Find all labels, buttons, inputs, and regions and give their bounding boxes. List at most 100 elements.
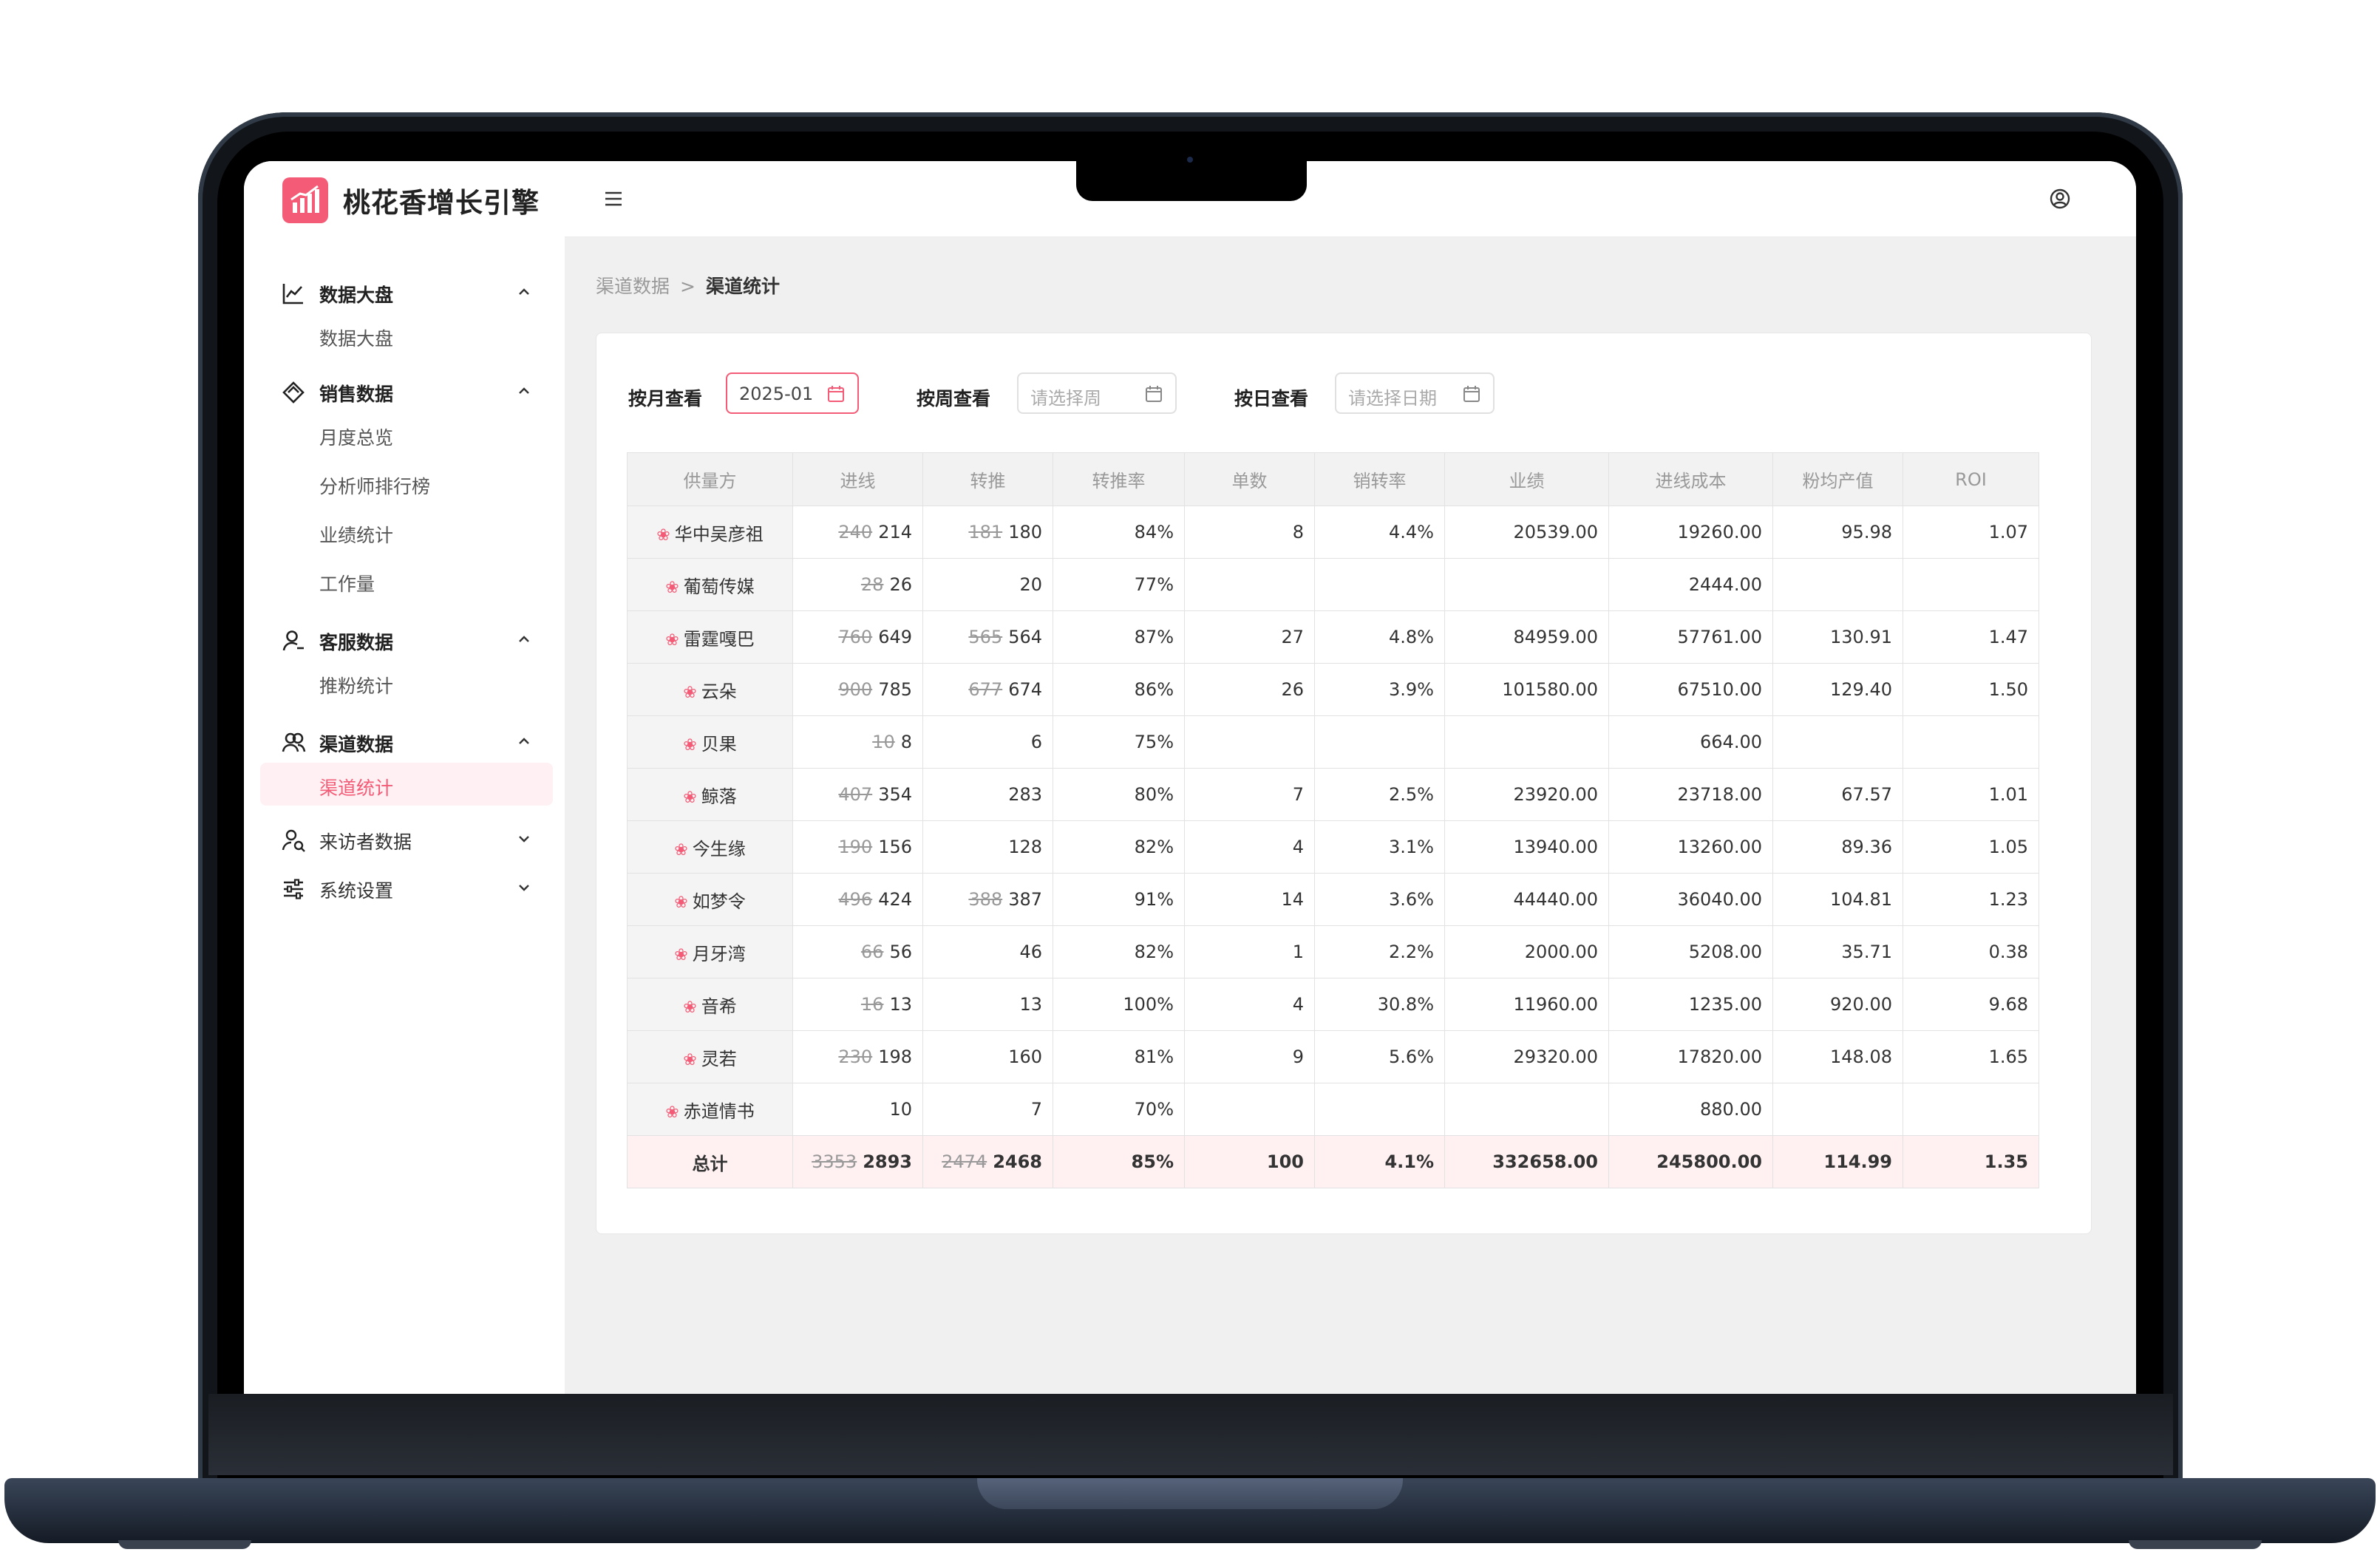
original-value: 388 [968,889,1003,910]
laptop-bottom-bezel [208,1394,2173,1475]
nav-item-monthly-overview[interactable]: 月度总览 [260,412,553,455]
hamburger-icon[interactable] [602,188,625,210]
month-picker[interactable]: 2025-01 [726,372,859,414]
flower-icon: ❀ [683,998,697,1017]
table-cell: 10 8 [792,715,923,769]
table-cell: 101580.00 [1444,663,1609,716]
cell-value: 128 [1008,837,1042,857]
table-cell: 70% [1053,1083,1185,1136]
flower-icon: ❀ [683,735,697,755]
table-cell: 9 [1184,1030,1315,1083]
table-cell: 100% [1053,978,1185,1031]
table-cell [1444,558,1609,611]
table-cell [1184,715,1315,769]
column-header[interactable]: 进线 [792,452,923,506]
nav-item-performance[interactable]: 业绩统计 [260,510,553,553]
nav-item-analyst-ranking[interactable]: 分析师排行榜 [260,461,553,504]
column-header[interactable]: 供量方 [627,452,793,506]
flower-icon: ❀ [674,945,688,964]
user-circle-icon[interactable] [2049,188,2071,210]
day-picker[interactable]: 请选择日期 [1335,372,1495,414]
column-header[interactable]: 转推率 [1053,452,1185,506]
cell-value: 6 [1030,732,1042,752]
flower-icon: ❀ [674,840,688,860]
chevron-down-icon [516,879,532,896]
table-row: ❀ 月牙湾 66 56 46 82% 1 2.2% 2000.00 5208.00 35.71 0.3… [627,925,2039,978]
table-cell: 5208.00 [1608,925,1773,978]
week-picker[interactable]: 请选择周 [1017,372,1177,414]
nav-item-label: 数据大盘 [319,328,394,350]
table-cell: 230 198 [792,1030,923,1083]
nav-group-customer-service[interactable]: 客服数据 [244,618,565,661]
column-header[interactable]: 进线成本 [1608,452,1773,506]
line-chart-icon [281,281,306,306]
flower-icon: ❀ [683,788,697,807]
table-cell: 3.9% [1314,663,1445,716]
column-header[interactable]: 销转率 [1314,452,1445,506]
table-cell: 17820.00 [1608,1030,1773,1083]
nav-item-push-stats[interactable]: 推粉统计 [260,661,553,704]
table-cell: 148.08 [1772,1030,1903,1083]
nav-item-channel-stats[interactable]: 渠道统计 [260,763,553,806]
table-cell: 1.65 [1903,1030,2039,1083]
table-cell [1314,715,1445,769]
table-cell: 13940.00 [1444,820,1609,874]
column-header[interactable]: 业绩 [1444,452,1609,506]
table-cell: 20539.00 [1444,506,1609,559]
table-cell: 75% [1053,715,1185,769]
cell-value: 649 [878,627,912,647]
table-cell: 7 [1184,768,1315,821]
table-cell [1903,715,2039,769]
supplier-cell: ❀ 雷霆嘎巴 [627,610,793,664]
cell-value: 387 [1008,889,1042,910]
column-header[interactable]: 转推 [922,452,1053,506]
table-cell: 407 354 [792,768,923,821]
table-cell: 9.68 [1903,978,2039,1031]
column-header[interactable]: 单数 [1184,452,1315,506]
breadcrumb: 渠道数据 > 渠道统计 [596,272,780,299]
table-row: ❀ 今生缘 190 156 128 82% 4 3.1% 13940.00 13260.00 89.… [627,820,2039,874]
table-cell: 19260.00 [1608,506,1773,559]
filter-week-label: 按周查看 [917,388,991,409]
column-header[interactable]: 粉均产值 [1772,452,1903,506]
original-value: 3353 [812,1151,857,1172]
nav-item-workload[interactable]: 工作量 [260,559,553,602]
table-cell: 181 180 [922,506,1053,559]
table-cell [1903,1083,2039,1136]
table-cell: 28 26 [792,558,923,611]
column-header[interactable]: ROI [1903,452,2039,506]
supplier-name: 鲸落 [701,786,737,807]
table-cell: 104.81 [1772,873,1903,926]
table-cell: 8 [1184,506,1315,559]
supplier-cell: ❀ 贝果 [627,715,793,769]
table-cell: 89.36 [1772,820,1903,874]
table-cell: 4.8% [1314,610,1445,664]
chevron-up-icon [516,631,532,647]
tag-icon [281,380,306,405]
nav-group-sales[interactable]: 销售数据 [244,370,565,412]
supplier-cell: ❀ 华中吴彦祖 [627,506,793,559]
breadcrumb-current: 渠道统计 [705,276,780,297]
table-cell [1314,558,1445,611]
nav-item-dashboard[interactable]: 数据大盘 [260,313,553,356]
table-cell: 87% [1053,610,1185,664]
table-row: ❀ 音希 16 13 13 100% 4 30.8% 11960.00 1235.00 920.00… [627,978,2039,1031]
week-picker-placeholder: 请选择周 [1030,388,1101,409]
laptop-hinge-notch [977,1478,1403,1509]
table-cell [1184,1083,1315,1136]
nav-group-dashboard[interactable]: 数据大盘 [244,270,565,313]
table-cell: 332658.00 [1444,1135,1609,1188]
table-cell: 0.38 [1903,925,2039,978]
calendar-icon [1462,384,1481,404]
table-cell: 2.2% [1314,925,1445,978]
table-cell: 82% [1053,925,1185,978]
nav-item-label: 渠道统计 [319,777,394,799]
breadcrumb-parent[interactable]: 渠道数据 [596,276,670,297]
cell-value: 46 [1019,942,1042,962]
nav-group-channel[interactable]: 渠道数据 [244,720,565,763]
table-cell: 46 [922,925,1053,978]
table-cell [1444,1083,1609,1136]
nav-group-settings[interactable]: 系统设置 [244,866,565,909]
cell-value: 10 [889,1099,912,1120]
nav-group-visitors[interactable]: 来访者数据 [244,817,565,860]
